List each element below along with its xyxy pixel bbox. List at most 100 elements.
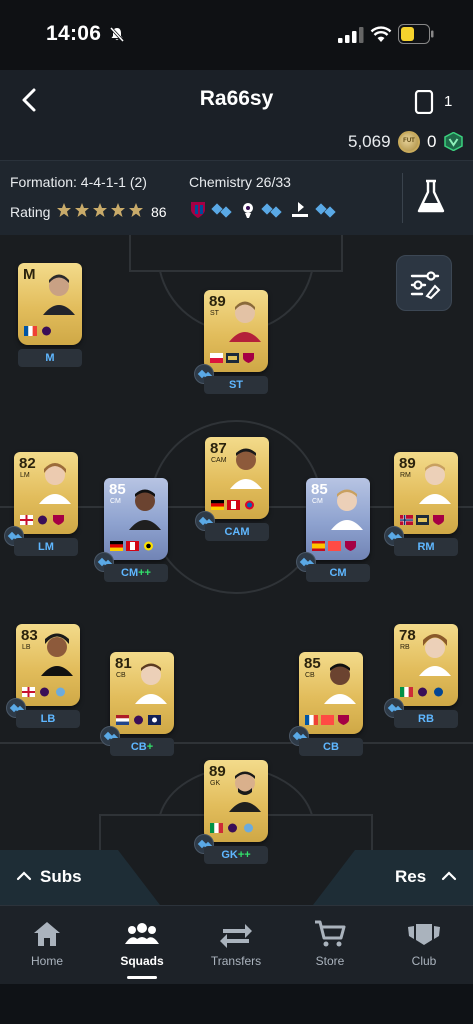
player-card[interactable]: 85 CB — [299, 652, 363, 734]
england-flag-icon — [22, 687, 35, 697]
card-flags — [110, 541, 155, 551]
player-card[interactable]: 89 RM — [394, 452, 458, 534]
squad-title: Ra66sy — [199, 87, 274, 110]
flask-icon[interactable] — [416, 179, 446, 215]
info-divider — [402, 173, 403, 223]
nav-transfers-label: Transfers — [210, 954, 262, 968]
club-crest-icon — [433, 515, 444, 525]
star-icon — [57, 203, 71, 217]
nav-club[interactable]: Club — [377, 920, 471, 968]
card-flags — [210, 353, 255, 363]
player-card[interactable]: 83 LB — [16, 624, 80, 706]
formation-text: Formation: 4-4-1-1 (2) — [10, 174, 147, 190]
player-card[interactable]: 89 GK — [204, 760, 268, 842]
star-icon — [93, 203, 107, 217]
league-icon — [40, 687, 49, 697]
germany-flag-icon — [110, 541, 123, 551]
card-position: LM — [20, 472, 30, 479]
card-position: CB — [116, 672, 126, 679]
subs-toggle[interactable]: Subs — [0, 850, 160, 905]
position-label[interactable]: RB — [394, 710, 458, 728]
player-portrait — [331, 489, 363, 530]
player-card[interactable]: 89 ST — [204, 290, 268, 372]
bell-muted-icon — [109, 26, 125, 42]
player-card[interactable]: 85 CM — [104, 478, 168, 560]
status-time: 14:06 — [46, 22, 102, 45]
squads-icon — [125, 923, 159, 944]
position-label[interactable]: CM — [306, 564, 370, 582]
player-card[interactable]: 81 CB — [110, 652, 174, 734]
league-icon — [134, 715, 143, 725]
nav-squads[interactable]: Squads — [95, 920, 189, 968]
spain-flag-icon — [312, 541, 325, 551]
player-card[interactable]: 82 LM — [14, 452, 78, 534]
card-rating: 89 — [399, 455, 416, 472]
points-icon — [444, 132, 463, 151]
player-card[interactable]: 78 RB — [394, 624, 458, 706]
nav-store[interactable]: Store — [283, 920, 377, 968]
position-label[interactable]: ST — [204, 376, 268, 394]
res-toggle[interactable]: Res — [313, 850, 473, 905]
italy-flag-icon — [210, 823, 223, 833]
player-card[interactable]: 87 CAM — [205, 437, 269, 519]
position-label[interactable]: CM++ — [104, 564, 168, 582]
league-icon — [226, 353, 239, 363]
club-icon — [408, 924, 440, 945]
club-crest-icon — [56, 687, 65, 697]
squad-info-bar: Formation: 4-4-1-1 (2) Rating 86 Chemist… — [0, 160, 473, 235]
league-icon — [38, 515, 47, 525]
france-flag-icon — [24, 326, 37, 336]
player-portrait — [43, 274, 75, 315]
subs-res-bar: Subs Res — [0, 850, 473, 905]
squad-header: Ra66sy 1 5,069 FUT 0 — [0, 70, 473, 160]
phone-icon[interactable] — [414, 90, 434, 114]
card-flags — [24, 326, 53, 336]
bottom-nav: Home Squads Transfers Store Club — [0, 905, 473, 1024]
card-position: LB — [22, 644, 31, 651]
app-root: 14:06 Ra66sy 1 5,069 FUT 0 Formation: 4-… — [0, 0, 473, 1024]
store-icon — [315, 920, 346, 947]
position-label[interactable]: LM — [14, 538, 78, 556]
player-portrait — [419, 463, 451, 504]
position-label[interactable]: CB — [299, 738, 363, 756]
norway-flag-icon — [400, 515, 413, 525]
filter-button[interactable] — [396, 255, 452, 311]
position-label[interactable]: LB — [16, 710, 80, 728]
card-flags — [400, 515, 445, 525]
chemistry-text: Chemistry 26/33 — [189, 174, 291, 190]
card-rating: 83 — [21, 627, 38, 644]
player-portrait — [419, 634, 451, 676]
club-crest-icon — [191, 202, 205, 218]
card-position: CM — [312, 498, 323, 505]
player-card[interactable]: 85 CM — [306, 478, 370, 560]
card-flags — [400, 687, 445, 697]
signal-icon — [338, 27, 364, 43]
position-label[interactable]: M — [18, 349, 82, 367]
star-icon — [129, 203, 143, 217]
england-flag-icon — [20, 515, 33, 525]
chemistry-icon — [261, 203, 282, 218]
player-portrait — [129, 489, 161, 530]
france-flag-icon — [305, 715, 318, 725]
laliga-icon — [321, 715, 334, 725]
position-label[interactable]: CAM — [205, 523, 269, 541]
coin-balance: 5,069 — [348, 132, 391, 151]
card-rating: 85 — [304, 655, 321, 672]
chemistry-icon — [315, 203, 336, 218]
position-label[interactable]: CB+ — [110, 738, 174, 756]
position-label[interactable]: RM — [394, 538, 458, 556]
card-rating: 85 — [311, 481, 328, 498]
league-icon — [243, 203, 253, 218]
nav-home[interactable]: Home — [0, 920, 94, 968]
card-flags — [20, 515, 65, 525]
nav-transfers[interactable]: Transfers — [189, 920, 283, 968]
club-crest-icon — [148, 715, 161, 725]
league-icon — [416, 515, 429, 525]
player-portrait — [229, 301, 261, 342]
card-rating: 85 — [109, 481, 126, 498]
chemistry-links — [190, 201, 339, 219]
card-rating: 78 — [399, 627, 416, 644]
player-card[interactable]: M — [18, 263, 82, 345]
subs-label: Subs — [40, 867, 82, 886]
club-crest-icon — [243, 353, 254, 363]
